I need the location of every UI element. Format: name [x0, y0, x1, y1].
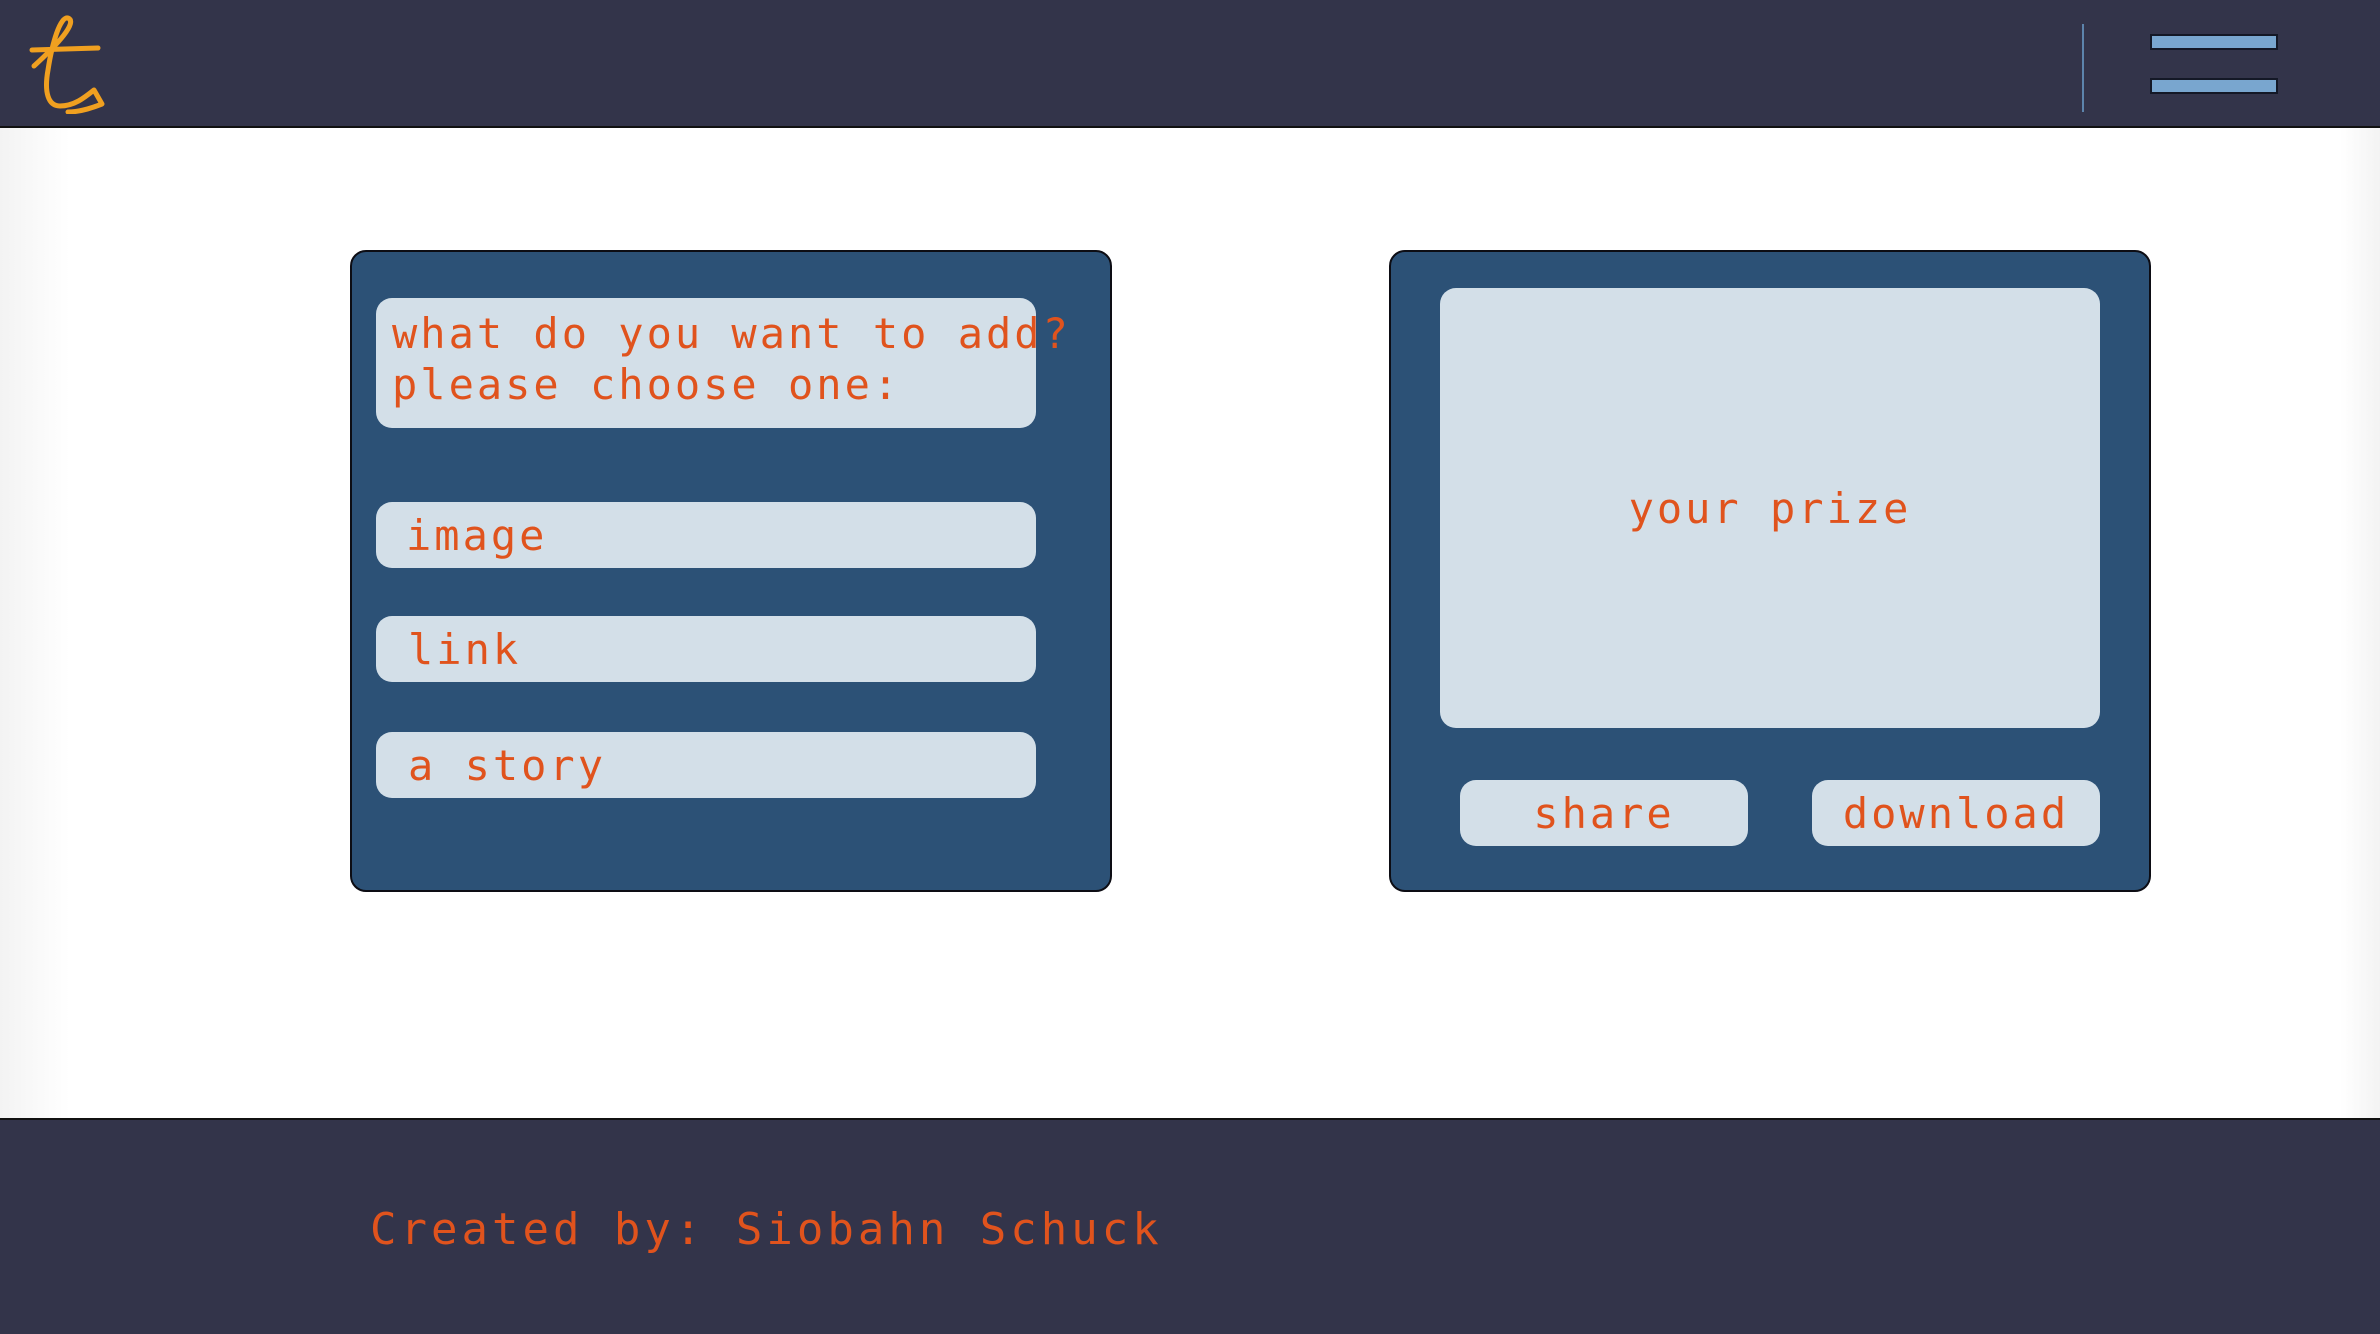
- footer-credit: Created by: Siobahn Schuck: [370, 1204, 1163, 1255]
- prize-preview: your prize: [1440, 288, 2100, 728]
- download-button[interactable]: download: [1812, 780, 2100, 846]
- logo-icon[interactable]: [28, 14, 112, 114]
- prize-panel: your prize share download: [1389, 250, 2151, 892]
- top-header: [0, 0, 2380, 128]
- question-line-1: what do you want to add?: [392, 309, 1071, 358]
- option-link-button[interactable]: link: [376, 616, 1036, 682]
- footer: Created by: Siobahn Schuck: [0, 1118, 2380, 1334]
- download-label: download: [1842, 788, 2070, 838]
- option-story-button[interactable]: a story: [376, 732, 1036, 798]
- menu-bar-top: [2150, 34, 2278, 50]
- menu-bar-bottom: [2150, 78, 2278, 94]
- share-button[interactable]: share: [1460, 780, 1748, 846]
- prize-label: your prize: [1628, 483, 1912, 533]
- option-link-label: link: [408, 624, 522, 674]
- question-card: what do you want to add? please choose o…: [376, 298, 1071, 428]
- header-divider: [2082, 24, 2084, 112]
- share-label: share: [1533, 788, 1675, 838]
- question-line-2: please choose one:: [392, 360, 902, 409]
- main-content: what do you want to add? please choose o…: [0, 128, 2380, 1118]
- option-image-button[interactable]: image: [376, 502, 1036, 568]
- option-image-label: image: [406, 510, 548, 560]
- hamburger-menu-icon[interactable]: [2148, 30, 2282, 100]
- option-story-label: a story: [408, 740, 607, 790]
- add-content-panel: what do you want to add? please choose o…: [350, 250, 1112, 892]
